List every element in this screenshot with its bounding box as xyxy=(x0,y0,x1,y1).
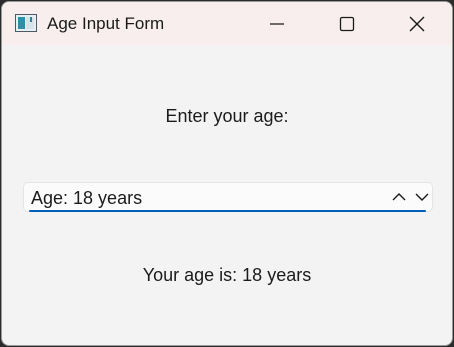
spin-down-button[interactable] xyxy=(413,188,431,206)
chevron-down-icon xyxy=(415,193,429,201)
minimize-icon xyxy=(270,22,284,25)
focus-underline xyxy=(29,210,426,212)
maximize-icon xyxy=(339,16,355,31)
chevron-up-icon xyxy=(392,193,406,201)
close-button[interactable] xyxy=(394,2,440,45)
age-result-label: Your age is: 18 years xyxy=(142,265,312,285)
age-spinbox-value[interactable]: Age: 18 years xyxy=(31,187,142,209)
age-spinbox[interactable]: Age: 18 years xyxy=(23,182,433,212)
spin-up-button[interactable] xyxy=(390,188,408,206)
maximize-button[interactable] xyxy=(324,2,370,45)
age-prompt-label: Enter your age: xyxy=(165,106,289,126)
title-bar[interactable]: Age Input Form xyxy=(2,2,452,45)
window-title: Age Input Form xyxy=(47,14,165,33)
close-icon xyxy=(409,16,425,31)
app-icon xyxy=(15,14,37,32)
minimize-button[interactable] xyxy=(254,2,300,45)
app-window: Age Input Form Enter your age: Age: 18 y… xyxy=(1,1,453,346)
